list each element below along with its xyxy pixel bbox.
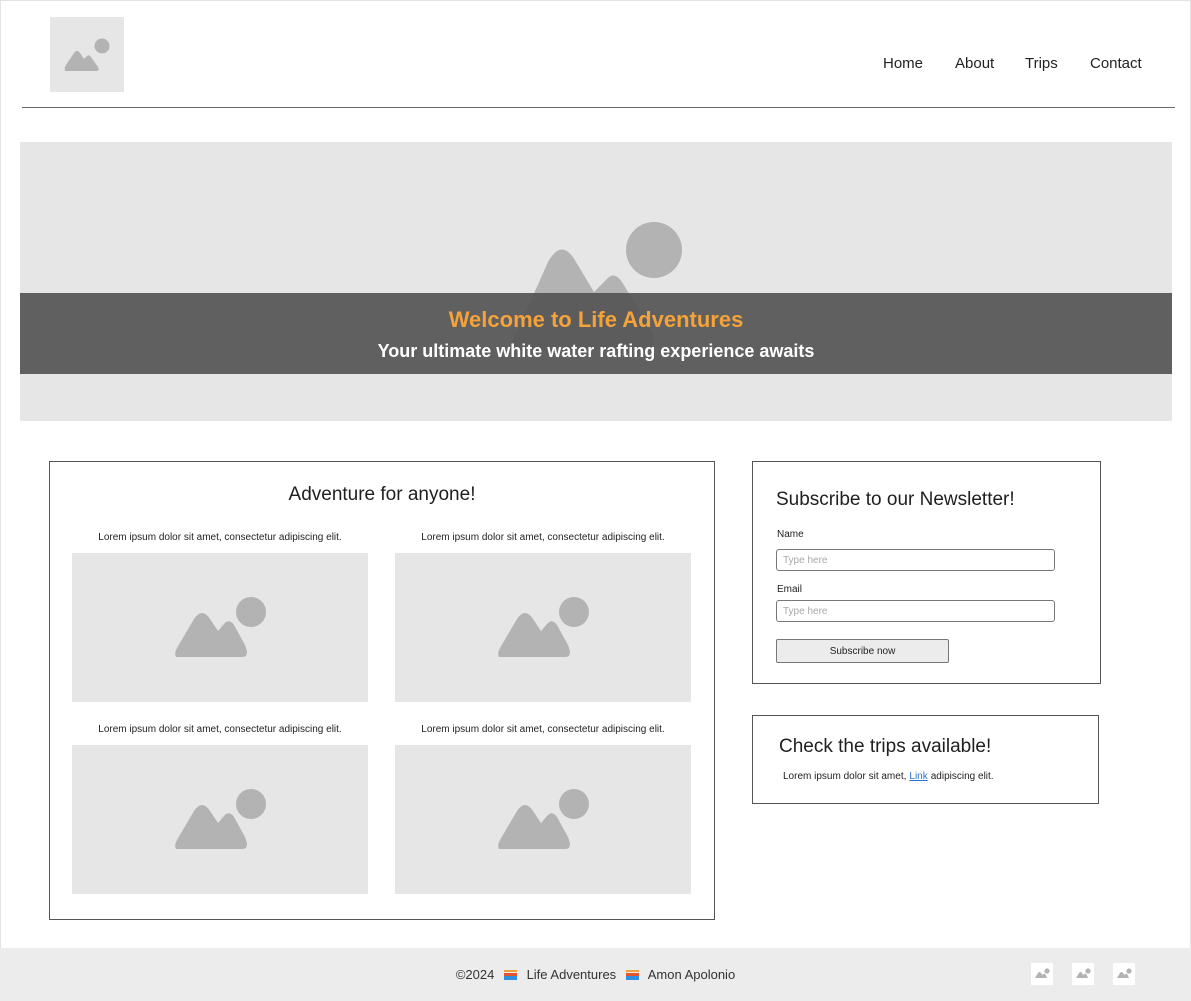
social-link[interactable] (1072, 963, 1094, 985)
raft-icon (503, 970, 517, 980)
subscribe-button[interactable]: Subscribe now (776, 639, 949, 663)
trips-title: Check the trips available! (779, 736, 992, 757)
tile-image (395, 745, 691, 894)
raft-icon (625, 970, 639, 980)
name-label: Name (777, 529, 804, 540)
image-placeholder-icon (175, 597, 266, 657)
adventure-title: Adventure for anyone! (288, 484, 476, 505)
tile-caption: Lorem ipsum dolor sit amet, consectetur … (98, 724, 342, 735)
adventure-card: Adventure for anyone! Lorem ipsum dolor … (49, 461, 715, 920)
logo[interactable] (50, 17, 124, 92)
footer-copyright: ©2024 (455, 967, 495, 982)
nav-home[interactable]: Home (883, 55, 923, 72)
image-placeholder-icon (498, 597, 589, 657)
tile-caption: Lorem ipsum dolor sit amet, consectetur … (421, 532, 665, 543)
footer: ©2024 Life Adventures Amon Apolonio (0, 948, 1191, 1001)
social-link[interactable] (1031, 963, 1053, 985)
image-placeholder-icon (1076, 968, 1091, 978)
newsletter-card: Subscribe to our Newsletter! Name Email … (752, 461, 1101, 684)
hero-subtitle: Your ultimate white water rafting experi… (377, 341, 815, 361)
trips-link[interactable]: Link (909, 771, 927, 782)
social-link[interactable] (1113, 963, 1135, 985)
hero-overlay: Welcome to Life Adventures Your ultimate… (20, 293, 1172, 374)
tile-image (72, 553, 368, 702)
trips-text-after: adipiscing elit. (930, 771, 994, 782)
trips-card: Check the trips available! Lorem ipsum d… (752, 715, 1099, 804)
email-label: Email (777, 584, 803, 595)
email-field[interactable] (776, 600, 1055, 622)
image-placeholder-icon (175, 789, 266, 849)
image-placeholder-icon (1035, 968, 1050, 978)
newsletter-title: Subscribe to our Newsletter! (776, 489, 1015, 510)
name-field[interactable] (776, 549, 1055, 571)
footer-company: Life Adventures (526, 967, 617, 982)
trips-text: Lorem ipsum dolor sit amet, Link adipiscin… (783, 771, 994, 782)
header-divider (22, 107, 1175, 108)
tile-caption: Lorem ipsum dolor sit amet, consectetur … (98, 532, 342, 543)
hero-title: Welcome to Life Adventures (448, 307, 744, 332)
footer-author: Amon Apolonio (647, 967, 736, 982)
tile-image (72, 745, 368, 894)
nav-about[interactable]: About (955, 55, 994, 72)
nav-contact[interactable]: Contact (1090, 55, 1142, 72)
trips-text-before: Lorem ipsum dolor sit amet, (783, 771, 907, 782)
footer-text: ©2024 Life Adventures Amon Apolonio (0, 967, 1191, 982)
image-placeholder-icon (64, 38, 110, 71)
image-placeholder-icon (1117, 968, 1132, 978)
nav-trips[interactable]: Trips (1025, 55, 1058, 72)
hero-banner: Welcome to Life Adventures Your ultimate… (20, 142, 1172, 421)
tile-image (395, 553, 691, 702)
image-placeholder-icon (498, 789, 589, 849)
tile-caption: Lorem ipsum dolor sit amet, consectetur … (421, 724, 665, 735)
